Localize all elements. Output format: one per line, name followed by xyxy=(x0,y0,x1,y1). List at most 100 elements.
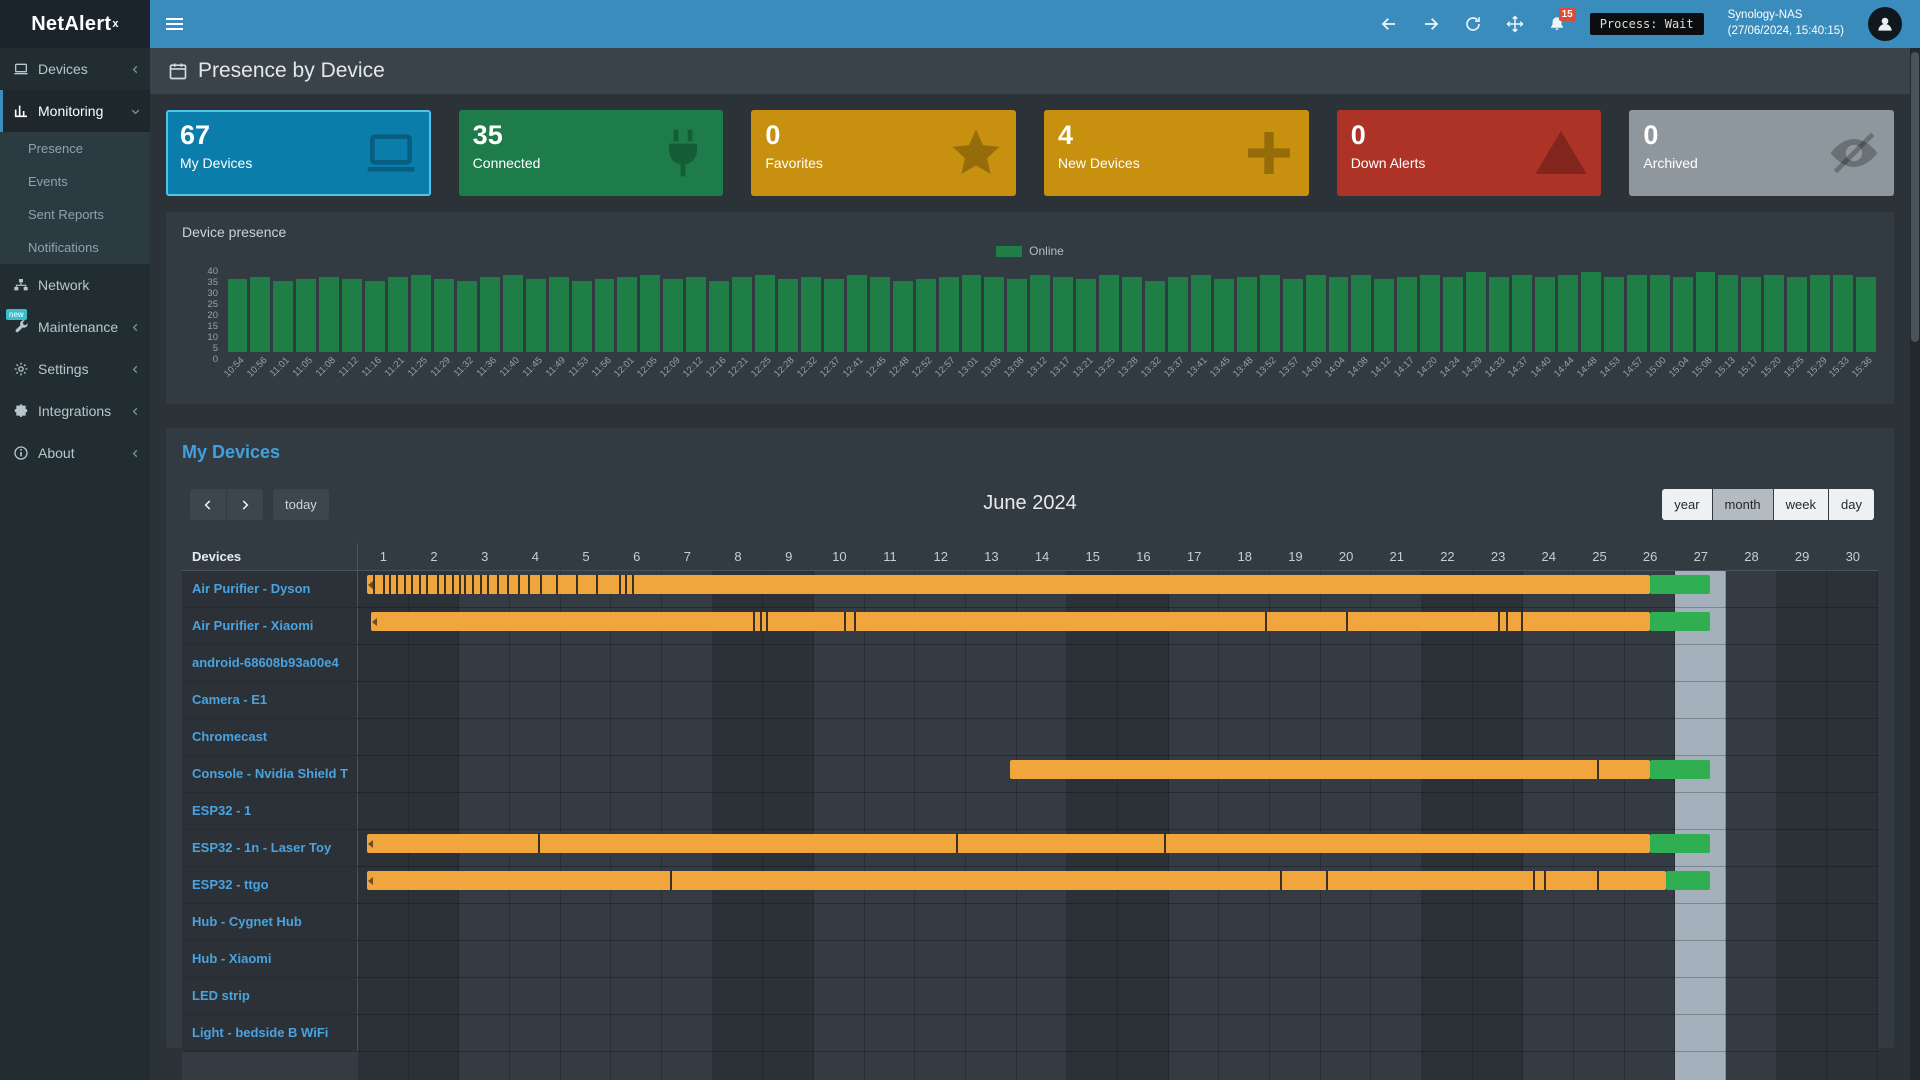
presence-gap-tick xyxy=(1544,871,1546,890)
y-tick-label: 10 xyxy=(207,332,218,343)
tile-new-devices[interactable]: 4 New Devices xyxy=(1044,110,1309,196)
view-year-button[interactable]: year xyxy=(1662,489,1711,520)
presence-gap-tick xyxy=(404,575,406,594)
view-day-button[interactable]: day xyxy=(1829,489,1874,520)
presence-event-bar-orange[interactable] xyxy=(1010,760,1650,779)
device-timeline-lane xyxy=(358,756,1878,792)
device-name-link[interactable]: Camera - E1 xyxy=(182,682,358,718)
sidebar-subitem-sent-reports[interactable]: Sent Reports xyxy=(0,198,150,231)
device-name-link[interactable]: LED strip xyxy=(182,978,358,1014)
x-tick-label: 11:21 xyxy=(383,355,407,379)
presence-event-bar-green[interactable] xyxy=(1666,871,1710,890)
tile-my-devices[interactable]: 67 My Devices xyxy=(166,110,431,196)
online-count-bar xyxy=(1260,275,1280,352)
online-count-bar xyxy=(801,277,821,352)
sidebar-item-about[interactable]: About xyxy=(0,432,150,474)
device-timeline-lane xyxy=(358,904,1878,940)
online-count-bar xyxy=(1191,275,1211,352)
online-count-bar xyxy=(434,279,454,352)
chart-legend[interactable]: Online xyxy=(182,244,1878,258)
gear-icon xyxy=(13,361,29,377)
tile-down-alerts[interactable]: 0 Down Alerts xyxy=(1337,110,1602,196)
notifications-bell-icon[interactable]: 15 xyxy=(1548,15,1566,33)
presence-event-bar-green[interactable] xyxy=(1650,834,1710,853)
x-tick-label: 14:37 xyxy=(1506,355,1531,380)
y-tick-label: 25 xyxy=(207,299,218,310)
presence-event-bar-green[interactable] xyxy=(1650,760,1710,779)
continues-left-arrow-icon xyxy=(372,618,377,626)
presence-gap-tick xyxy=(383,575,385,594)
refresh-icon[interactable] xyxy=(1464,15,1482,33)
device-name-link[interactable]: ESP32 - ttgo xyxy=(182,867,358,903)
sidebar-item-monitoring[interactable]: Monitoring xyxy=(0,90,150,132)
presence-gap-tick xyxy=(766,612,768,631)
device-name-link[interactable]: Air Purifier - Xiaomi xyxy=(182,608,358,644)
presence-event-bar-orange[interactable] xyxy=(367,834,1650,853)
view-month-button[interactable]: month xyxy=(1713,489,1773,520)
device-name-link[interactable]: Hub - Xiaomi xyxy=(182,941,358,977)
tile-connected[interactable]: 35 Connected xyxy=(459,110,724,196)
x-tick-label: 13:57 xyxy=(1277,355,1302,380)
presence-gap-tick xyxy=(389,575,391,594)
x-tick-label: 13:08 xyxy=(1002,355,1027,380)
legend-online-label: Online xyxy=(1029,244,1064,258)
device-timeline-lane xyxy=(358,978,1878,1014)
device-name-link[interactable]: Console - Nvidia Shield T xyxy=(182,756,358,792)
page-header: Presence by Device xyxy=(150,48,1910,94)
x-tick-label: 11:49 xyxy=(543,355,567,379)
online-count-bar xyxy=(1512,275,1532,352)
online-count-bar xyxy=(617,277,637,352)
sidebar-subitem-events[interactable]: Events xyxy=(0,165,150,198)
x-tick-label: 12:12 xyxy=(681,355,706,380)
x-tick-label: 14:44 xyxy=(1552,355,1577,380)
view-week-button[interactable]: week xyxy=(1774,489,1828,520)
online-count-bar xyxy=(1558,275,1578,352)
chevron-left-icon xyxy=(129,447,142,460)
app-logo[interactable]: NetAlertx xyxy=(0,0,150,48)
device-name-link[interactable]: Hub - Cygnet Hub xyxy=(182,904,358,940)
presence-gap-tick xyxy=(1533,871,1535,890)
presence-event-bar-green[interactable] xyxy=(1650,612,1710,631)
device-name-link[interactable]: Light - bedside B WiFi xyxy=(182,1015,358,1051)
online-count-bar xyxy=(1833,275,1853,352)
sidebar-subitem-presence[interactable]: Presence xyxy=(0,132,150,165)
presence-event-bar-orange[interactable] xyxy=(367,575,1650,594)
calendar-header-row: Devices 12345678910111213141516171819202… xyxy=(182,543,1878,571)
nav-forward-icon[interactable] xyxy=(1422,15,1440,33)
presence-event-bar-green[interactable] xyxy=(1650,575,1710,594)
sidebar-item-integrations[interactable]: Integrations xyxy=(0,390,150,432)
device-name-link[interactable]: android-68608b93a00e4 xyxy=(182,645,358,681)
x-tick-label: 12:32 xyxy=(795,355,820,380)
device-timeline-lane xyxy=(358,793,1878,829)
laptop-icon xyxy=(363,125,419,181)
online-count-bar xyxy=(870,277,890,352)
move-arrows-icon[interactable] xyxy=(1506,15,1524,33)
presence-gap-tick xyxy=(411,575,413,594)
device-name-link[interactable]: ESP32 - 1n - Laser Toy xyxy=(182,830,358,866)
presence-gap-tick xyxy=(1597,871,1599,890)
sidebar-item-settings[interactable]: Settings xyxy=(0,348,150,390)
presence-gap-tick xyxy=(596,575,598,594)
device-row: Air Purifier - Dyson xyxy=(182,571,1878,608)
sidebar-subitem-notifications[interactable]: Notifications xyxy=(0,231,150,264)
online-count-bar xyxy=(1283,279,1303,352)
sidebar-item-devices[interactable]: Devices xyxy=(0,48,150,90)
y-tick-label: 20 xyxy=(207,310,218,321)
device-name-link[interactable]: Chromecast xyxy=(182,719,358,755)
sidebar-toggle-button[interactable] xyxy=(150,0,198,48)
device-name-link[interactable]: ESP32 - 1 xyxy=(182,793,358,829)
x-tick-label: 12:57 xyxy=(933,355,958,380)
sidebar-item-maintenance[interactable]: new Maintenance xyxy=(0,306,150,348)
tile-archived[interactable]: 0 Archived xyxy=(1629,110,1894,196)
tile-favorites[interactable]: 0 Favorites xyxy=(751,110,1016,196)
device-name-link[interactable]: Air Purifier - Dyson xyxy=(182,571,358,607)
user-avatar[interactable] xyxy=(1868,7,1902,41)
online-count-bar xyxy=(388,277,408,352)
sidebar-item-network[interactable]: Network xyxy=(0,264,150,306)
page-scrollbar[interactable] xyxy=(1910,48,1920,1080)
scrollbar-thumb[interactable] xyxy=(1911,52,1919,342)
nav-back-icon[interactable] xyxy=(1380,15,1398,33)
presence-event-bar-orange[interactable] xyxy=(371,612,1650,631)
online-count-bar xyxy=(296,279,316,352)
presence-event-bar-orange[interactable] xyxy=(367,871,1667,890)
